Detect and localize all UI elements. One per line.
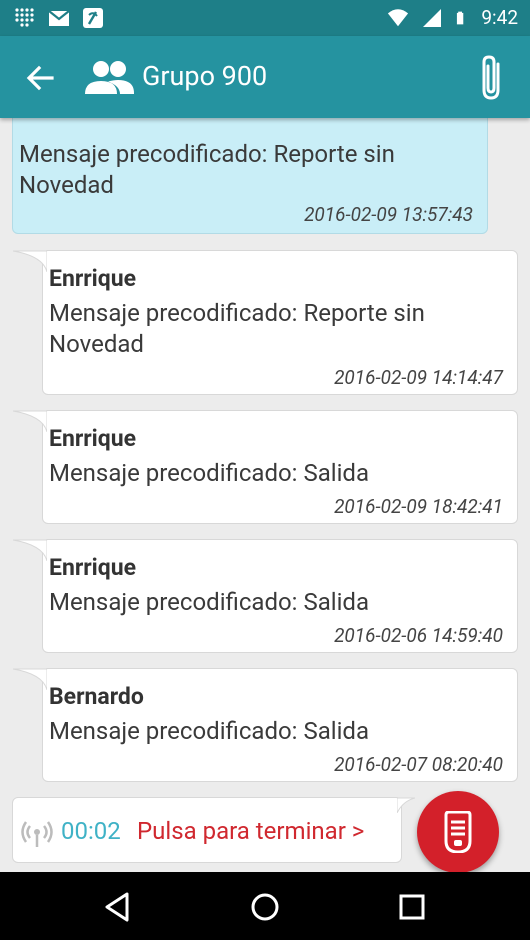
navigation-bar	[0, 872, 530, 940]
message-sender: Enrrique	[49, 425, 137, 452]
message-sender: Enrrique	[49, 265, 137, 292]
message-line: Novedad	[19, 171, 114, 199]
battery-icon	[457, 11, 464, 24]
message-body: Mensaje precodificado: Salida	[49, 587, 503, 618]
ptt-button[interactable]	[417, 791, 499, 873]
message-line: Mensaje precodificado: Salida	[49, 459, 370, 487]
arrow-back-icon[interactable]	[18, 56, 62, 100]
walkie-talkie-icon	[444, 811, 472, 853]
message-bubble-own[interactable]: Mensaje precodificado: Reporte sin Noved…	[12, 118, 488, 234]
message-list[interactable]: Mensaje precodificado: Reporte sin Noved…	[0, 118, 530, 790]
nav-back-icon[interactable]	[100, 890, 134, 924]
page-title: Grupo 900	[142, 60, 268, 92]
message-body: Mensaje precodificado: Salida	[49, 716, 503, 747]
message-body: Mensaje precodificado: Reporte sin Noved…	[49, 298, 503, 360]
message-line: Mensaje precodificado: Reporte sin	[19, 140, 395, 168]
message-line: Mensaje precodificado: Reporte sin	[49, 299, 425, 327]
bubble-tail	[13, 250, 47, 272]
message-timestamp: 2016-02-07 08:20:40	[334, 753, 503, 776]
ptt-timer: 00:02	[61, 817, 121, 845]
nav-recents-icon[interactable]	[395, 890, 429, 924]
wifi-icon	[388, 8, 409, 26]
bubble-tail	[13, 668, 47, 690]
message-bubble[interactable]: Enrrique Mensaje precodificado: Reporte …	[13, 250, 518, 395]
app-bar: Grupo 900	[0, 36, 530, 118]
people-icon	[85, 61, 134, 94]
message-bubble[interactable]: Bernardo Mensaje precodificado: Salida 2…	[13, 668, 518, 782]
message-line: Mensaje precodificado: Salida	[49, 588, 370, 616]
message-sender: Enrrique	[49, 554, 137, 581]
message-line: Novedad	[49, 330, 144, 358]
message-body: Mensaje precodificado: Reporte sin Noved…	[19, 139, 473, 201]
message-line: Mensaje precodificado: Salida	[49, 717, 370, 745]
paperclip-icon[interactable]	[474, 54, 510, 102]
grid-icon	[15, 8, 34, 27]
broadcast-icon	[21, 821, 53, 847]
signal-icon	[423, 8, 442, 27]
app-icon	[83, 8, 103, 28]
bubble-tail	[13, 539, 47, 561]
message-body: Mensaje precodificado: Salida	[49, 458, 503, 489]
message-sender: Bernardo	[49, 683, 144, 710]
status-bar: 9:42	[0, 0, 530, 36]
message-timestamp: 2016-02-09 13:57:43	[304, 203, 473, 226]
message-bubble[interactable]: Enrrique Mensaje precodificado: Salida 2…	[13, 539, 518, 653]
ptt-end-label[interactable]: Pulsa para terminar >	[137, 817, 364, 845]
message-timestamp: 2016-02-09 14:14:47	[334, 366, 503, 389]
nav-home-icon[interactable]	[248, 890, 282, 924]
ptt-status-bar[interactable]: 00:02 Pulsa para terminar >	[12, 797, 415, 863]
gmail-icon	[48, 10, 70, 26]
message-timestamp: 2016-02-06 14:59:40	[334, 624, 503, 647]
status-time: 9:42	[481, 6, 518, 29]
message-bubble[interactable]: Enrrique Mensaje precodificado: Salida 2…	[13, 410, 518, 524]
bubble-tail	[13, 410, 47, 432]
bubble-tail	[397, 797, 415, 813]
message-timestamp: 2016-02-09 18:42:41	[334, 495, 503, 518]
